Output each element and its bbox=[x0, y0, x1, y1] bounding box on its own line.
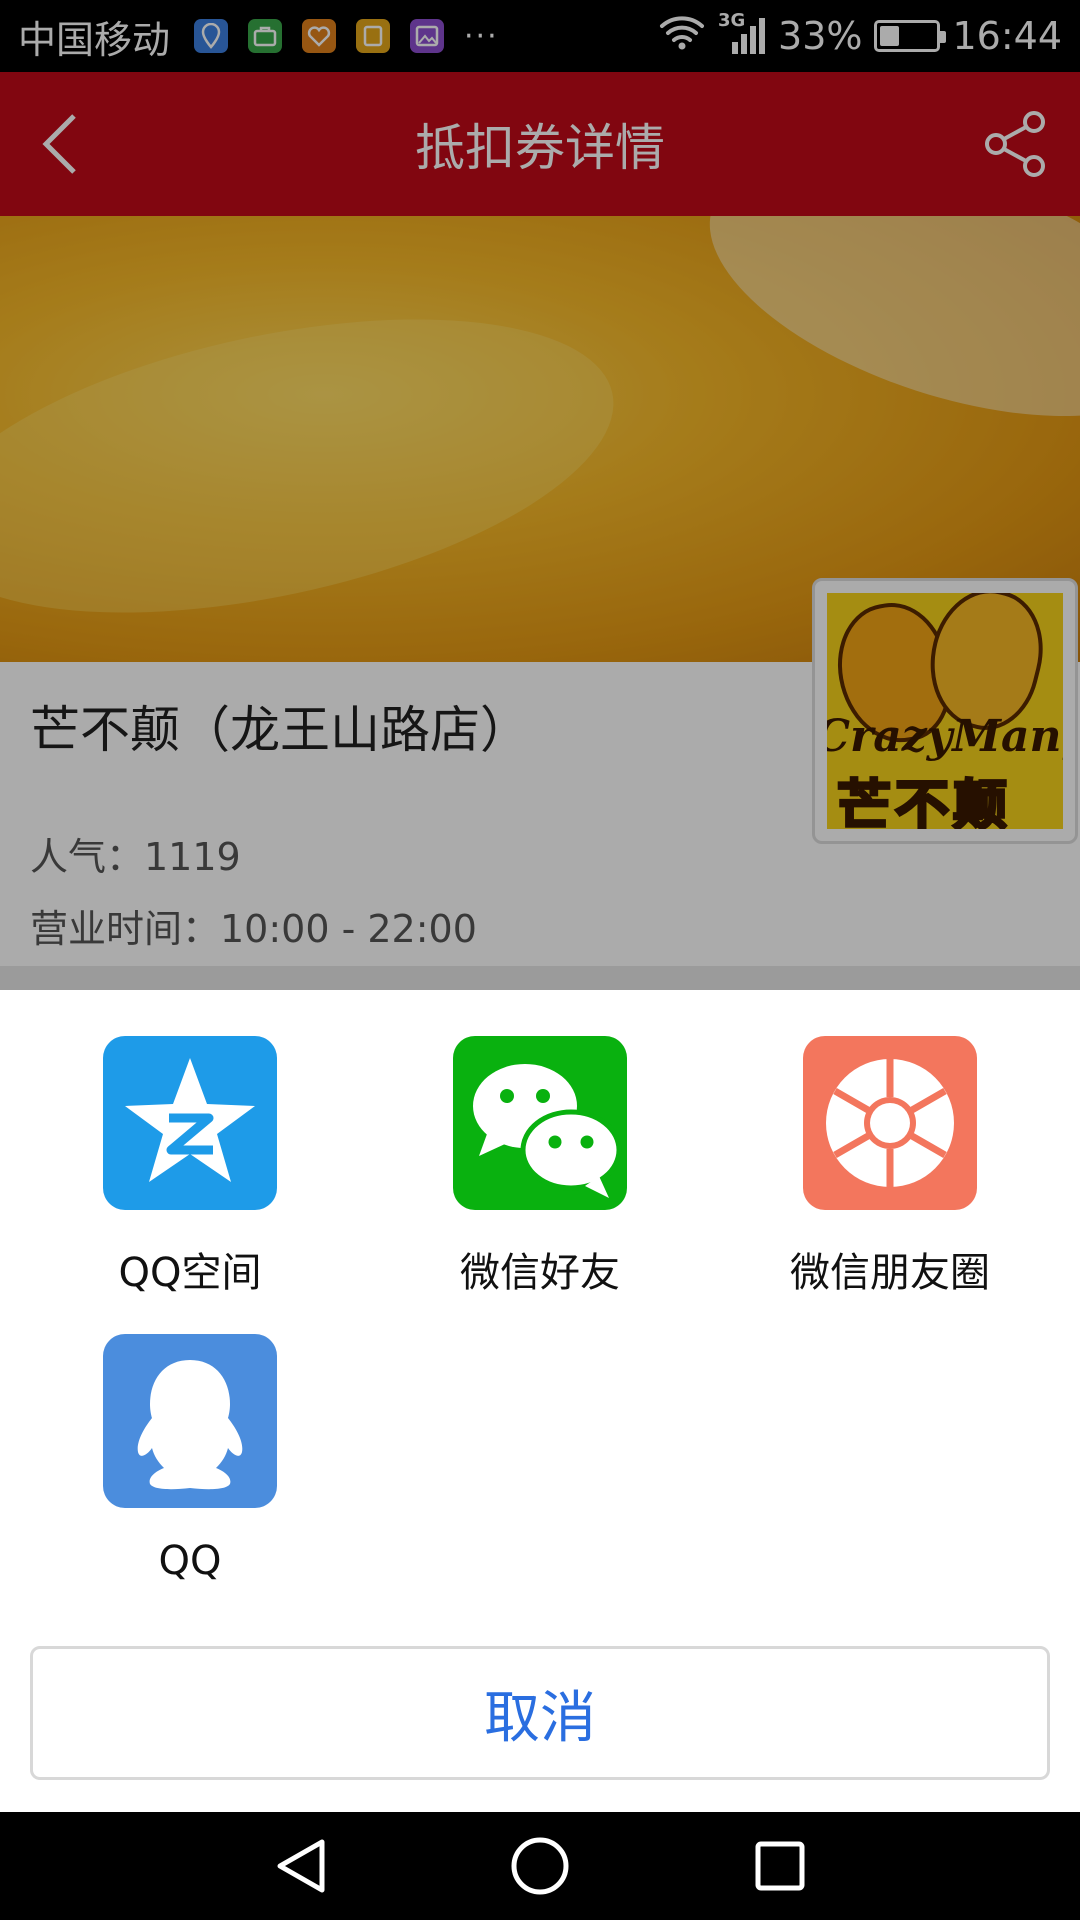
square-recents-icon bbox=[755, 1841, 805, 1891]
navigation-bar bbox=[0, 1812, 1080, 1920]
nav-recents-button[interactable] bbox=[748, 1834, 812, 1898]
qzone-icon bbox=[103, 1036, 277, 1210]
share-label: 微信朋友圈 bbox=[790, 1250, 990, 1296]
share-qzone[interactable]: QQ空间 bbox=[70, 1036, 310, 1298]
share-label: 微信好友 bbox=[460, 1250, 620, 1296]
triangle-back-icon bbox=[277, 1839, 325, 1893]
circle-home-icon bbox=[511, 1837, 569, 1895]
share-sheet: QQ空间 微信好友 微信朋友圈 QQ 取消 bbox=[0, 990, 1080, 1812]
share-moments[interactable]: 微信朋友圈 bbox=[770, 1036, 1010, 1298]
share-wechat[interactable]: 微信好友 bbox=[420, 1036, 660, 1298]
nav-home-button[interactable] bbox=[508, 1834, 572, 1898]
share-label: QQ bbox=[158, 1538, 222, 1584]
moments-icon bbox=[803, 1036, 977, 1210]
qq-icon bbox=[103, 1334, 277, 1508]
share-label: QQ空间 bbox=[118, 1250, 262, 1296]
wechat-icon bbox=[453, 1036, 627, 1210]
nav-back-button[interactable] bbox=[270, 1834, 334, 1898]
cancel-label: 取消 bbox=[484, 1685, 596, 1751]
share-qq[interactable]: QQ bbox=[70, 1334, 310, 1584]
modal-backdrop[interactable] bbox=[0, 0, 1080, 990]
cancel-button[interactable]: 取消 bbox=[30, 1646, 1050, 1780]
